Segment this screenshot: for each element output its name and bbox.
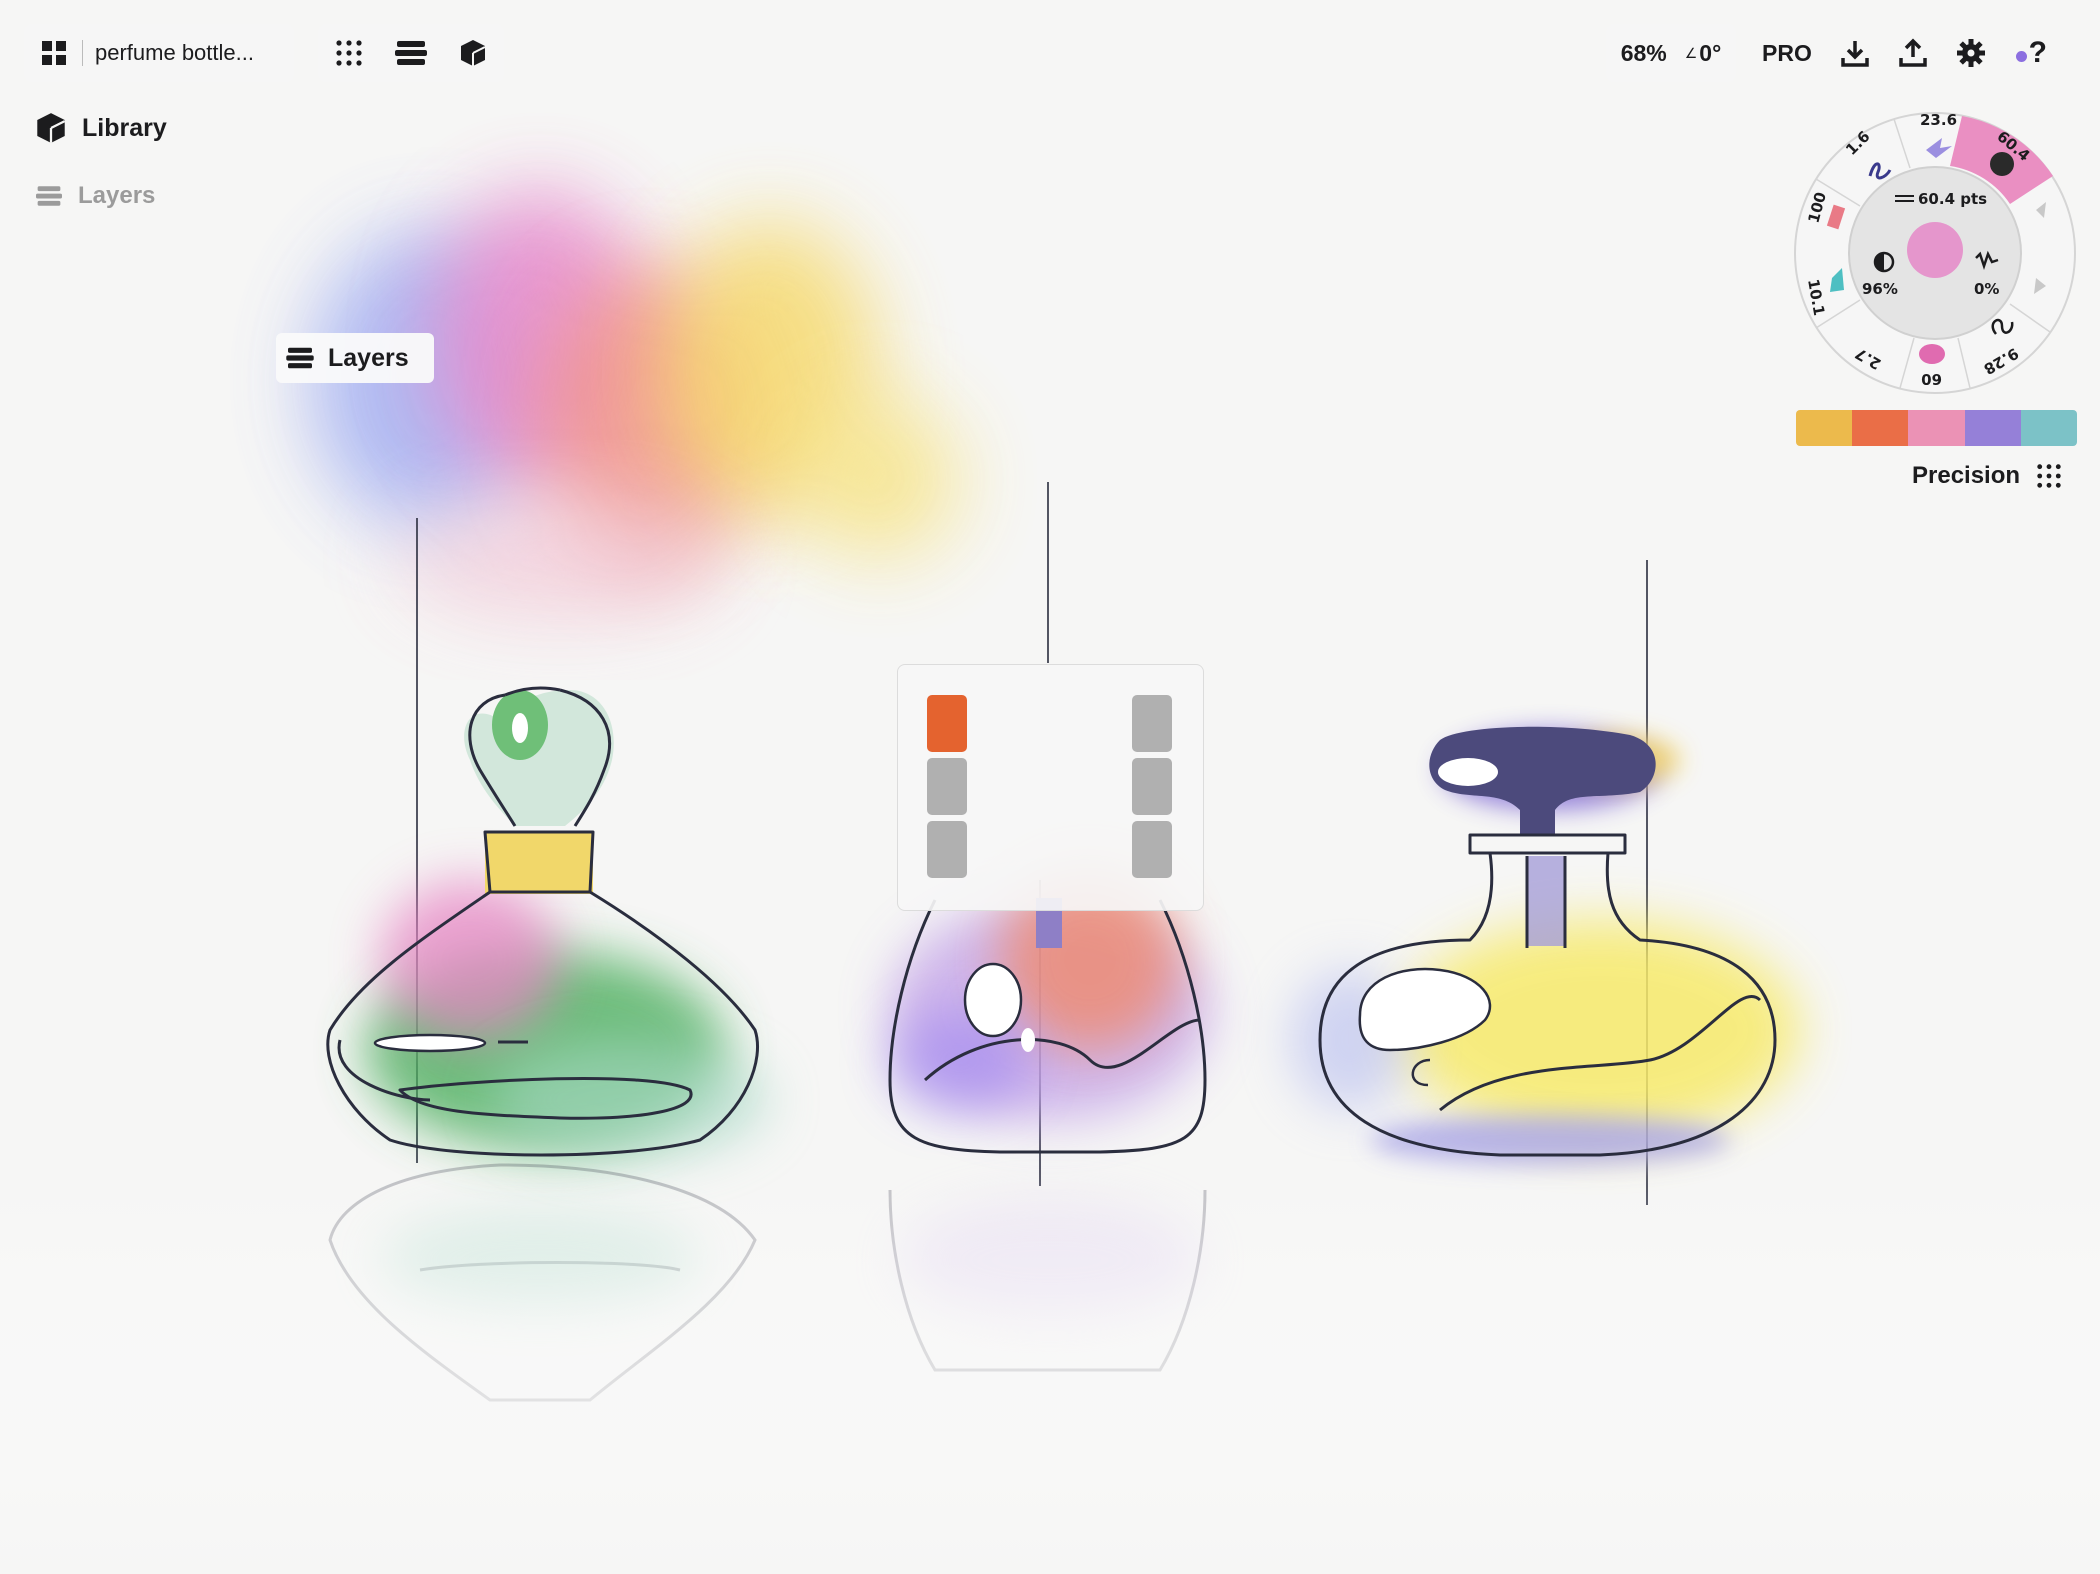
palette-swatch-purple[interactable] — [1964, 410, 2021, 446]
color-palette — [1796, 410, 2077, 446]
title-divider — [82, 40, 83, 66]
bottle-yellow — [1290, 726, 1800, 1165]
library-cube-icon — [36, 112, 66, 144]
pro-button[interactable]: PRO — [1762, 40, 1812, 67]
actions-bar: PRO ? — [1762, 24, 2062, 82]
document-bar: perfume bottle... — [24, 24, 294, 82]
layer-chip-right-1[interactable] — [1132, 695, 1172, 752]
layer-chip-right-3[interactable] — [1132, 821, 1172, 878]
palette-swatch-yellow[interactable] — [1796, 410, 1853, 446]
precision-toggle[interactable]: Precision — [1912, 462, 2062, 490]
palette-swatch-teal[interactable] — [2020, 410, 2077, 446]
layers-tooltip[interactable]: Layers — [276, 333, 434, 383]
brush-size-label[interactable]: 60.4 pts — [1918, 190, 1987, 208]
layers-tooltip-label: Layers — [328, 343, 409, 372]
palette-swatch-orange[interactable] — [1852, 410, 1909, 446]
brush-preset-icon-2 — [1990, 152, 2014, 176]
layer-chip-right-2[interactable] — [1132, 758, 1172, 815]
palette-swatch-pink[interactable] — [1908, 410, 1965, 446]
layer-chip-left-3[interactable] — [927, 821, 967, 878]
layers-icon — [286, 346, 314, 370]
preset-label-1[interactable]: 23.6 — [1920, 111, 1957, 129]
current-color-dot[interactable] — [1907, 222, 1963, 278]
help-question-mark: ? — [2028, 36, 2047, 69]
library-cube-icon[interactable] — [449, 29, 497, 77]
watercolor-cloud — [310, 190, 960, 620]
library-label: Library — [82, 113, 167, 142]
library-menu-item[interactable]: Library — [36, 112, 167, 144]
layers-panel[interactable] — [897, 664, 1204, 911]
precision-dots-icon[interactable] — [325, 29, 373, 77]
layer-chip-left-1[interactable] — [927, 695, 967, 752]
layers-label: Layers — [78, 182, 156, 209]
preset-label-7[interactable]: 60 — [1921, 370, 1942, 388]
opacity-value[interactable]: 96% — [1862, 280, 1898, 298]
brush-preset-icon-6 — [1919, 344, 1945, 364]
precision-dots-icon — [2036, 463, 2062, 489]
gallery-grid-icon[interactable] — [30, 29, 78, 77]
zoom-level[interactable]: 68% — [1621, 40, 1667, 67]
settings-gear-icon[interactable] — [1956, 38, 1986, 68]
precision-label: Precision — [1912, 462, 2021, 489]
angle-icon: ∠ — [1684, 44, 1698, 61]
layers-menu-item[interactable]: Layers — [36, 182, 155, 210]
rotation-value: 0° — [1699, 39, 1722, 66]
brush-wheel[interactable]: 60.4 pts 96% 0% 23.6 60.4 1.6 100 10.1 2… — [1790, 108, 2080, 398]
layers-icon — [36, 184, 62, 208]
zoom-rotation-bar[interactable]: 68% ∠ 0° — [1606, 24, 1736, 82]
tool-bar — [318, 24, 504, 82]
layer-chip-left-2[interactable] — [927, 758, 967, 815]
export-icon[interactable] — [1898, 38, 1928, 68]
document-title[interactable]: perfume bottle... — [95, 40, 254, 66]
rotation-readout[interactable]: ∠ 0° — [1685, 40, 1722, 67]
import-icon[interactable] — [1840, 38, 1870, 68]
reflection-fade — [0, 1180, 2100, 1574]
layers-icon[interactable] — [387, 29, 435, 77]
smoothing-value[interactable]: 0% — [1974, 280, 1999, 298]
help-icon[interactable]: ? — [2014, 36, 2048, 70]
help-dot — [2015, 51, 2027, 62]
